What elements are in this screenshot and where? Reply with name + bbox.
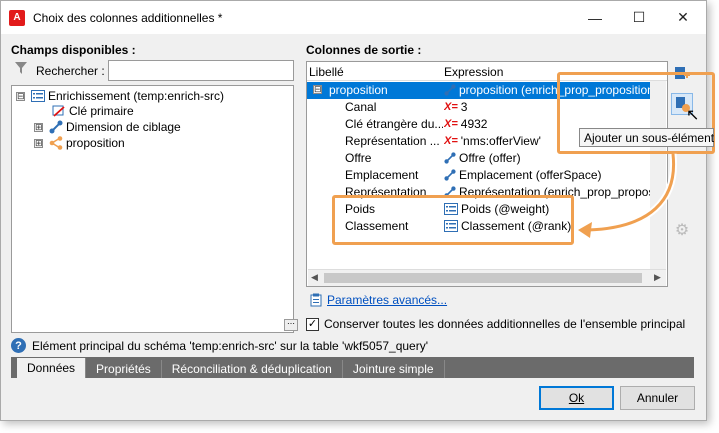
keep-data-label: Conserver toutes les données additionnel…	[324, 317, 686, 331]
advanced-settings-label[interactable]: Paramètres avancés...	[327, 293, 447, 307]
help-icon: ?	[11, 338, 26, 353]
expression-text: 'nms:offerView'	[460, 134, 541, 148]
tab-donnees[interactable]: Données	[17, 358, 87, 378]
column-header-expression[interactable]: Expression	[444, 65, 503, 79]
expand-toggle[interactable]: ⊞	[34, 138, 43, 148]
collapse-toggle[interactable]: ⊟	[313, 85, 322, 94]
filter-icon	[15, 62, 27, 74]
available-fields-tree: ⊟ Enrichissement (temp:enrich-src) Clé p…	[11, 85, 294, 333]
row-label: Canal	[345, 100, 377, 114]
expression-icon: X=	[444, 101, 458, 113]
expression-text: 3	[460, 100, 468, 114]
close-button[interactable]: ✕	[661, 1, 705, 34]
list-icon	[31, 89, 45, 103]
row-label: Clé étrangère du...	[345, 117, 443, 131]
title-bar: A Choix des colonnes additionnelles * — …	[1, 1, 706, 34]
maximize-button[interactable]: ☐	[617, 1, 661, 34]
tree-item-enrichissement[interactable]: ⊟ Enrichissement (temp:enrich-src)	[16, 88, 224, 104]
link-icon	[49, 120, 63, 134]
tree-item-proposition[interactable]: ⊞ proposition	[34, 135, 125, 151]
tab-jointure[interactable]: Jointure simple	[343, 360, 445, 378]
link-icon	[444, 84, 456, 96]
key-icon	[52, 104, 66, 118]
tab-reconciliation[interactable]: Réconciliation & déduplication	[162, 360, 343, 378]
annotation-highlight-rows	[332, 195, 574, 245]
window-title: Choix des colonnes additionnelles *	[33, 10, 223, 25]
ok-button[interactable]: Ok	[539, 386, 614, 410]
scroll-left-icon[interactable]: ◀	[311, 272, 318, 283]
tree-item-label: Enrichissement (temp:enrich-src)	[48, 89, 225, 103]
adobe-icon: A	[9, 9, 25, 26]
tree-item-label: Dimension de ciblage	[66, 120, 181, 134]
tree-item-label: proposition	[66, 136, 125, 150]
search-label: Rechercher :	[36, 64, 105, 78]
scroll-right-icon[interactable]: ▶	[654, 272, 661, 283]
expression-icon: X=	[444, 118, 458, 130]
tree-item-cle-primaire[interactable]: Clé primaire	[52, 103, 134, 119]
more-options-button[interactable]: ⋯	[284, 319, 298, 331]
status-text: Elément principal du schéma 'temp:enrich…	[32, 338, 429, 353]
status-line: ? Elément principal du schéma 'temp:enri…	[11, 338, 428, 353]
expression-icon: X=	[444, 135, 458, 147]
tooltip: Ajouter un sous-élément	[579, 128, 714, 147]
tree-item-dimension-ciblage[interactable]: ⊞ Dimension de ciblage	[34, 119, 181, 135]
expression-text: 4932	[460, 117, 488, 131]
link-icon	[444, 152, 456, 164]
checkbox-check[interactable]: ✓	[306, 317, 319, 331]
column-header-label[interactable]: Libellé	[309, 65, 344, 79]
row-label: proposition	[329, 83, 388, 97]
tab-bar: Données Propriétés Réconciliation & dédu…	[11, 357, 694, 378]
cancel-button[interactable]: Annuler	[620, 386, 695, 410]
expand-toggle[interactable]: ⊞	[34, 122, 43, 132]
minimize-button[interactable]: —	[573, 1, 617, 34]
tree-item-label: Clé primaire	[69, 104, 134, 118]
keep-data-checkbox[interactable]: ✓ Conserver toutes les données additionn…	[306, 317, 685, 331]
share-icon	[49, 136, 63, 150]
row-label: Offre	[345, 151, 372, 165]
available-fields-heading: Champs disponibles :	[11, 43, 136, 57]
link-icon	[444, 169, 456, 181]
scroll-thumb[interactable]	[324, 273, 642, 283]
output-columns-heading: Colonnes de sortie :	[306, 43, 422, 57]
horizontal-scrollbar[interactable]: ◀ ▶	[308, 269, 666, 286]
tab-proprietes[interactable]: Propriétés	[86, 360, 162, 378]
annotation-arrow	[578, 153, 678, 238]
clipboard-icon	[310, 293, 322, 307]
advanced-settings-link[interactable]: Paramètres avancés...	[310, 293, 447, 307]
row-label: Emplacement	[345, 168, 419, 182]
collapse-toggle[interactable]: ⊟	[16, 91, 25, 101]
row-label: Représentation ...	[345, 134, 440, 148]
search-input[interactable]	[108, 60, 294, 81]
expression-text: Offre (offer)	[459, 151, 521, 165]
